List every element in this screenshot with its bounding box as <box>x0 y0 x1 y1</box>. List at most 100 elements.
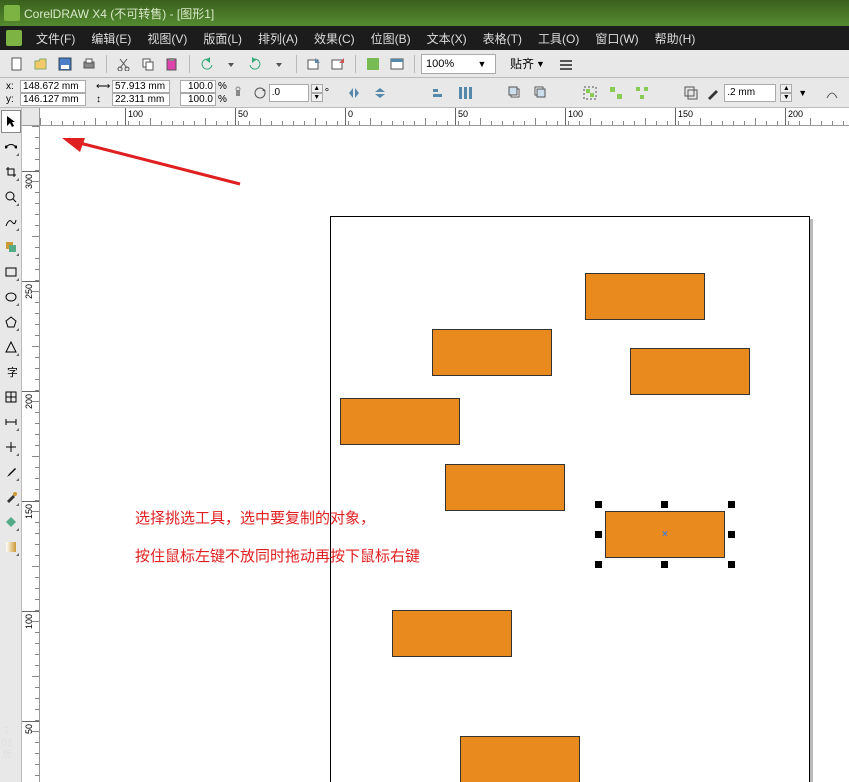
new-button[interactable] <box>6 53 28 75</box>
selection-handle[interactable] <box>661 501 668 508</box>
basic-shapes-tool[interactable] <box>1 335 21 358</box>
ruler-vertical[interactable]: 30025020015010050 <box>22 126 40 782</box>
open-button[interactable] <box>30 53 52 75</box>
toolbar-separator <box>189 55 190 73</box>
eyedropper-tool[interactable] <box>1 460 21 483</box>
shape-tool[interactable] <box>1 135 21 158</box>
rectangle-shape[interactable] <box>432 329 552 376</box>
redo-dd-button[interactable] <box>268 53 290 75</box>
combine-button[interactable] <box>680 82 702 104</box>
scale-y-input[interactable] <box>180 93 216 106</box>
rot-up[interactable]: ▲ <box>311 84 323 93</box>
rectangle-shape[interactable] <box>630 348 750 395</box>
ungroup-all-button[interactable] <box>631 82 653 104</box>
redo-button[interactable] <box>244 53 266 75</box>
y-input[interactable] <box>20 93 86 106</box>
selection-handle[interactable] <box>595 501 602 508</box>
interactive-tool[interactable] <box>1 435 21 458</box>
outline-tool[interactable] <box>1 485 21 508</box>
group-button[interactable] <box>579 82 601 104</box>
menu-text[interactable]: 文本(X) <box>419 30 475 47</box>
chevron-down-icon[interactable]: ▼ <box>798 88 807 98</box>
rectangle-shape[interactable] <box>340 398 460 445</box>
rectangle-shape[interactable] <box>460 736 580 782</box>
x-input[interactable] <box>20 80 86 93</box>
ow-dn[interactable]: ▼ <box>780 93 792 102</box>
convert-curve-button[interactable] <box>821 82 843 104</box>
selection-handle[interactable] <box>595 531 602 538</box>
menu-arrange[interactable]: 排列(A) <box>250 30 306 47</box>
dimension-tool[interactable] <box>1 410 21 433</box>
ow-up[interactable]: ▲ <box>780 84 792 93</box>
import-button[interactable] <box>303 53 325 75</box>
selection-handle[interactable] <box>728 561 735 568</box>
selection-handle[interactable] <box>595 561 602 568</box>
lock-ratio-button[interactable] <box>231 80 245 106</box>
zoom-input[interactable] <box>426 58 476 70</box>
mirror-h-button[interactable] <box>343 82 365 104</box>
outline-width-input[interactable] <box>724 84 776 102</box>
selection-handle[interactable] <box>728 501 735 508</box>
ungroup-button[interactable] <box>605 82 627 104</box>
print-button[interactable] <box>78 53 100 75</box>
menu-file[interactable]: 文件(F) <box>28 30 83 47</box>
interactive-fill-tool[interactable] <box>1 535 21 558</box>
mirror-v-button[interactable] <box>369 82 391 104</box>
freehand-tool[interactable] <box>1 210 21 233</box>
zoom-tool[interactable] <box>1 185 21 208</box>
rot-dn[interactable]: ▼ <box>311 93 323 102</box>
rotation-input[interactable] <box>269 84 309 102</box>
scale-x-input[interactable] <box>180 80 216 93</box>
menu-tools[interactable]: 工具(O) <box>530 30 587 47</box>
menu-edit[interactable]: 编辑(E) <box>83 30 139 47</box>
options-button[interactable] <box>555 53 577 75</box>
canvas[interactable]: × 选择挑选工具，选中要复制的对象， 按住鼠标左键不放同时拖动再按下鼠标右键 <box>40 126 849 782</box>
fill-tool[interactable] <box>1 510 21 533</box>
selection-handle[interactable] <box>661 561 668 568</box>
table-tool[interactable] <box>1 385 21 408</box>
chevron-down-icon[interactable]: ▼ <box>476 59 488 69</box>
app-launcher-button[interactable] <box>362 53 384 75</box>
rectangle-shape[interactable] <box>392 610 512 657</box>
text-tool[interactable]: 字 <box>1 360 21 383</box>
selection-handle[interactable] <box>728 531 735 538</box>
menu-bitmap[interactable]: 位图(B) <box>363 30 419 47</box>
copy-button[interactable] <box>137 53 159 75</box>
align-button[interactable] <box>428 82 450 104</box>
smart-fill-tool[interactable] <box>1 235 21 258</box>
toolbar-separator <box>414 55 415 73</box>
zoom-combo[interactable]: ▼ <box>421 54 496 74</box>
menu-help[interactable]: 帮助(H) <box>647 30 704 47</box>
height-input[interactable] <box>112 93 170 106</box>
size-group: ⟷ ↕ <box>96 80 170 106</box>
export-button[interactable] <box>327 53 349 75</box>
chevron-down-icon[interactable]: ▼ <box>536 59 545 69</box>
width-input[interactable] <box>112 80 170 93</box>
width-icon: ⟷ <box>96 80 110 93</box>
distribute-button[interactable] <box>454 82 476 104</box>
title-bar: CorelDRAW X4 (不可转售) - [图形1] <box>0 0 849 26</box>
cut-button[interactable] <box>113 53 135 75</box>
undo-button[interactable] <box>196 53 218 75</box>
rectangle-shape[interactable] <box>445 464 565 511</box>
menu-window[interactable]: 窗口(W) <box>587 30 646 47</box>
rectangle-shape[interactable] <box>585 273 705 320</box>
save-button[interactable] <box>54 53 76 75</box>
menu-layout[interactable]: 版面(L) <box>195 30 250 47</box>
menu-effects[interactable]: 效果(C) <box>306 30 363 47</box>
to-front-button[interactable] <box>504 82 526 104</box>
ruler-origin[interactable] <box>22 108 40 126</box>
pick-tool[interactable] <box>1 110 21 133</box>
crop-tool[interactable] <box>1 160 21 183</box>
menu-table[interactable]: 表格(T) <box>475 30 530 47</box>
menu-view[interactable]: 视图(V) <box>139 30 195 47</box>
y-label: y: <box>6 93 18 106</box>
ellipse-tool[interactable] <box>1 285 21 308</box>
paste-button[interactable] <box>161 53 183 75</box>
ruler-horizontal[interactable]: 10050050100150200 <box>40 108 849 126</box>
welcome-button[interactable] <box>386 53 408 75</box>
undo-dd-button[interactable] <box>220 53 242 75</box>
to-back-button[interactable] <box>530 82 552 104</box>
rectangle-tool[interactable] <box>1 260 21 283</box>
polygon-tool[interactable] <box>1 310 21 333</box>
